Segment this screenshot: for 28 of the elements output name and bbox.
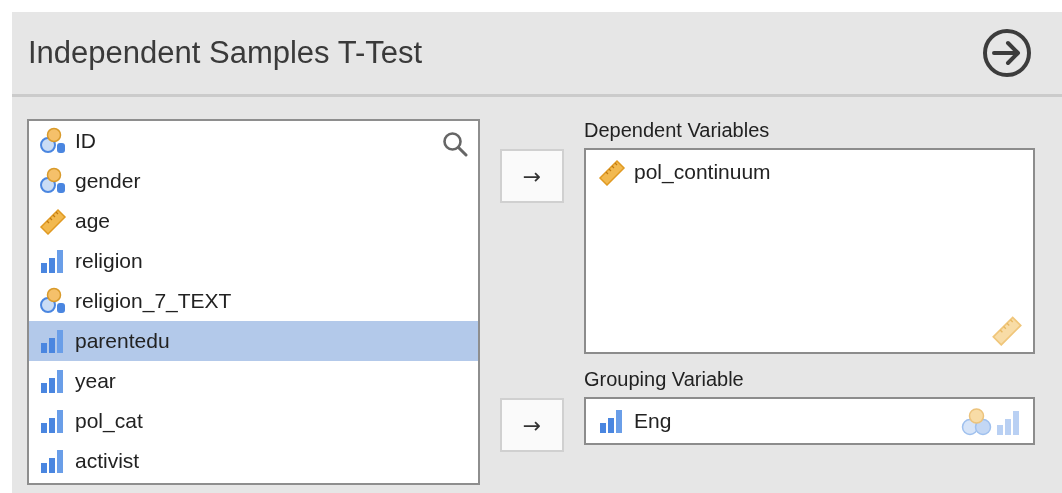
move-arrow-button[interactable]: → — [500, 398, 564, 452]
variable-item[interactable]: religion_7_TEXT — [29, 281, 478, 321]
variable-item[interactable]: religion — [29, 241, 478, 281]
variable-item[interactable]: ID — [29, 121, 478, 161]
arrow-circle-icon — [982, 28, 1032, 78]
assigned-variable[interactable]: Eng — [634, 409, 672, 433]
nominal-variable-icon — [39, 287, 67, 315]
ruler-icon — [39, 207, 67, 235]
variable-item[interactable]: activist — [29, 441, 478, 481]
ruler-icon — [598, 158, 626, 186]
nominal-variable-icon — [39, 167, 67, 195]
variable-item[interactable]: age — [29, 201, 478, 241]
assigned-variable[interactable]: pol_continuum — [634, 160, 771, 184]
move-arrow-button[interactable]: → — [500, 149, 564, 203]
target-label: Grouping Variable — [584, 368, 745, 391]
variable-item[interactable]: parentedu — [29, 321, 478, 361]
nominal-variable-icon — [39, 127, 67, 155]
target-label: Dependent Variables — [584, 119, 771, 142]
search-icon[interactable] — [442, 131, 468, 157]
variable-item[interactable]: year — [29, 361, 478, 401]
variable-item[interactable]: pol_cat — [29, 401, 478, 441]
faded-circles-icon — [961, 407, 993, 437]
target-box[interactable]: Eng — [584, 397, 1035, 445]
faded-ruler-icon — [991, 314, 1023, 346]
analysis-title: Independent Samples T-Test — [28, 35, 423, 71]
target-box[interactable]: pol_continuum — [584, 148, 1035, 354]
variable-item[interactable]: gender — [29, 161, 478, 201]
run-arrow-button[interactable] — [982, 28, 1032, 78]
